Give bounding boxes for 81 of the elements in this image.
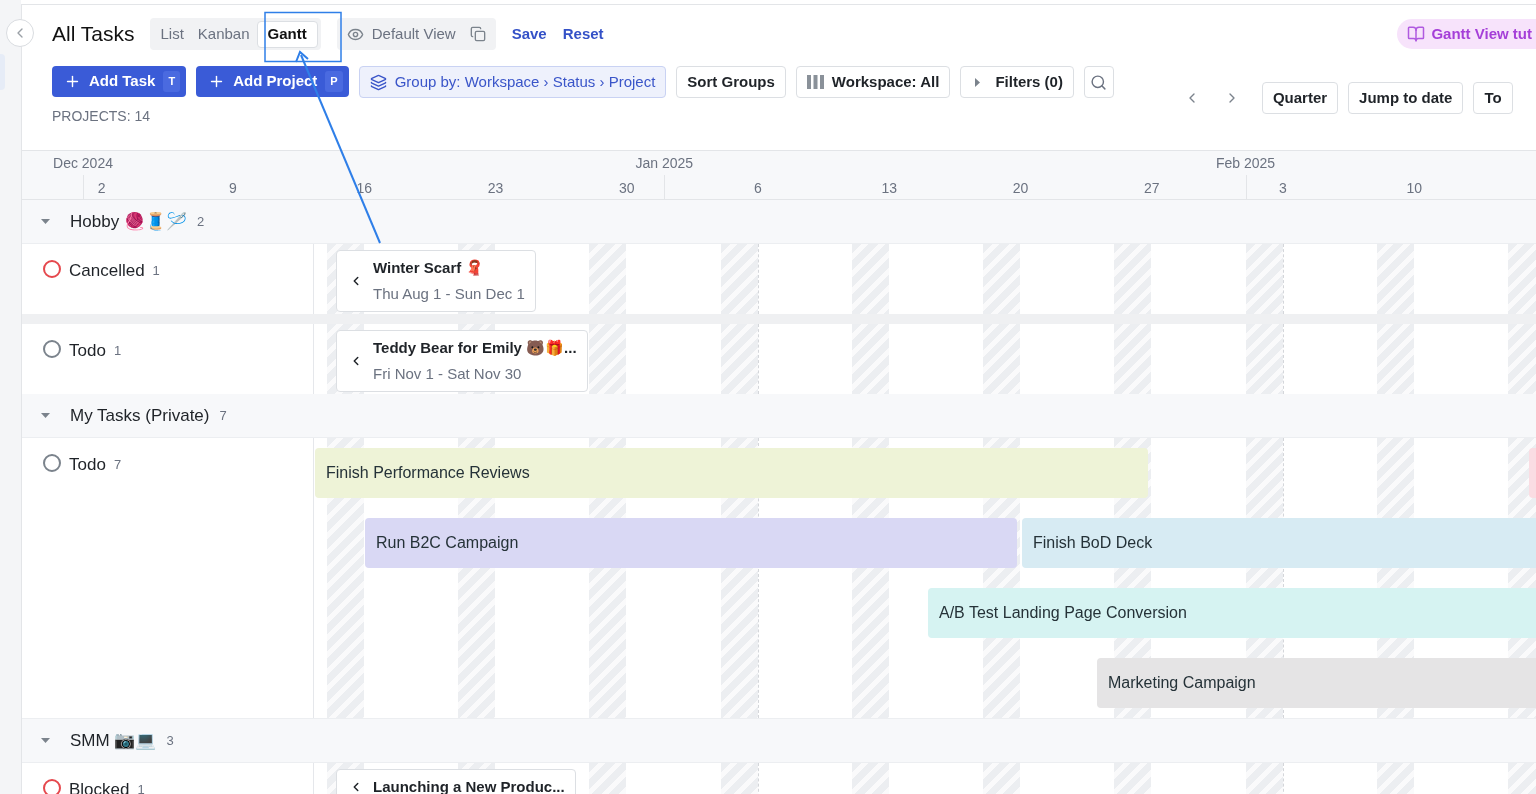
group-title: My Tasks (Private) <box>70 404 210 427</box>
sort-groups-button[interactable]: Sort Groups <box>676 66 786 98</box>
task-title: Teddy Bear for Emily 🐻🎁... <box>373 338 577 358</box>
plus-icon <box>64 73 81 90</box>
projects-count: PROJECTS: 14 <box>52 107 152 126</box>
month-label: Jan 2025 <box>635 154 694 173</box>
day-label: 23 <box>487 179 504 198</box>
layers-icon <box>369 73 387 91</box>
shortcut-key: T <box>163 71 181 92</box>
month-label: Feb 2025 <box>1215 154 1276 173</box>
view-tab[interactable]: Gantt <box>256 20 318 48</box>
day-label: 9 <box>229 179 237 198</box>
header-link[interactable]: Reset <box>562 22 604 46</box>
status-count: 1 <box>152 262 160 280</box>
status-label: Todo <box>69 454 106 476</box>
weekend-stripe <box>720 324 758 394</box>
status-label: Todo <box>69 340 106 362</box>
task-dates: Fri Nov 1 - Sat Nov 30 <box>373 363 523 384</box>
triangle-icon <box>975 77 982 87</box>
caret-icon[interactable] <box>40 218 50 225</box>
group-title: Hobby 🧶🧵🪡 <box>70 210 187 233</box>
add-button[interactable]: Add Task T <box>52 66 187 97</box>
caret-icon[interactable] <box>40 737 50 744</box>
day-label: 16 <box>356 179 373 198</box>
saved-view-selector[interactable]: Default View <box>336 18 496 50</box>
day-label: 30 <box>618 179 635 198</box>
view-tab[interactable]: Kanban <box>190 20 257 48</box>
group-count: 3 <box>166 731 174 750</box>
columns-icon <box>806 75 824 89</box>
tutorial-label: Gantt View tut <box>1431 23 1532 44</box>
view-tab[interactable]: List <box>153 20 191 48</box>
scale-button[interactable]: Quarter <box>1261 82 1339 114</box>
task-card[interactable]: Teddy Bear for Emily 🐻🎁... Fri Nov 1 - Sat Nov 30 <box>336 330 588 392</box>
task-title: Winter Scarf 🧣 <box>373 258 486 278</box>
group-by-label: Group by: Workspace › Status › Project <box>394 71 656 92</box>
weekend-stripe <box>589 324 627 394</box>
header-link[interactable]: Save <box>511 22 547 46</box>
workspace-label: Workspace: All <box>831 71 940 92</box>
month-label: Dec 2024 <box>53 154 113 173</box>
book-icon <box>1407 25 1426 43</box>
status-count: 7 <box>113 456 122 474</box>
gantt-bar[interactable]: A/B Test Landing Page Conversion <box>928 588 1536 638</box>
filters-label: Filters (0) <box>995 71 1063 92</box>
weekend-stripe <box>1245 324 1283 394</box>
page-title: All Tasks <box>52 21 135 48</box>
day-label: 20 <box>1012 179 1029 198</box>
filters-button[interactable]: Filters (0) <box>960 66 1074 98</box>
search-button[interactable] <box>1083 66 1114 98</box>
day-label: 27 <box>1143 179 1160 198</box>
shortcut-key: P <box>325 71 343 92</box>
add-button-label: Add Task <box>89 71 156 92</box>
status-label: Cancelled <box>69 260 145 282</box>
tutorial-pill[interactable]: Gantt View tut <box>1397 19 1536 49</box>
weekend-stripe <box>720 244 758 314</box>
day-label: 6 <box>754 179 762 198</box>
status-count: 1 <box>137 781 145 794</box>
gantt-bar[interactable]: Finish Performance Reviews <box>315 448 1148 498</box>
jump-to-date-button[interactable]: Jump to date <box>1348 82 1464 114</box>
group-title: SMM 📷💻 <box>70 729 157 752</box>
task-dates: Thu Aug 1 - Sun Dec 1 <box>373 283 525 304</box>
add-button-label: Add Project <box>233 71 318 92</box>
workspace-button[interactable]: Workspace: All <box>795 66 951 98</box>
group-by-button[interactable]: Group by: Workspace › Status › Project <box>358 66 667 98</box>
day-label: 2 <box>97 179 106 198</box>
add-button[interactable]: Add Project P <box>196 66 349 97</box>
copy-icon[interactable] <box>469 26 486 42</box>
caret-icon[interactable] <box>40 412 50 419</box>
gantt-bar[interactable]: Run B2C Campaign <box>365 518 1017 568</box>
weekend-stripe <box>1245 244 1283 314</box>
gantt-bar[interactable]: Finish BoD Deck <box>1022 518 1536 568</box>
gantt-bar[interactable]: Marketing Campaign <box>1097 658 1536 708</box>
task-card[interactable]: Winter Scarf 🧣 Thu Aug 1 - Sun Dec 1 <box>336 250 536 312</box>
group-count: 2 <box>196 212 205 231</box>
group-count: 7 <box>219 406 227 425</box>
day-label: 13 <box>881 179 898 198</box>
day-label: 3 <box>1279 179 1287 198</box>
status-count: 1 <box>113 342 122 360</box>
day-label: 10 <box>1406 179 1423 198</box>
toolbar-button[interactable]: To <box>1473 82 1513 114</box>
search-icon <box>1090 73 1108 91</box>
saved-view-label: Default View <box>371 23 456 44</box>
